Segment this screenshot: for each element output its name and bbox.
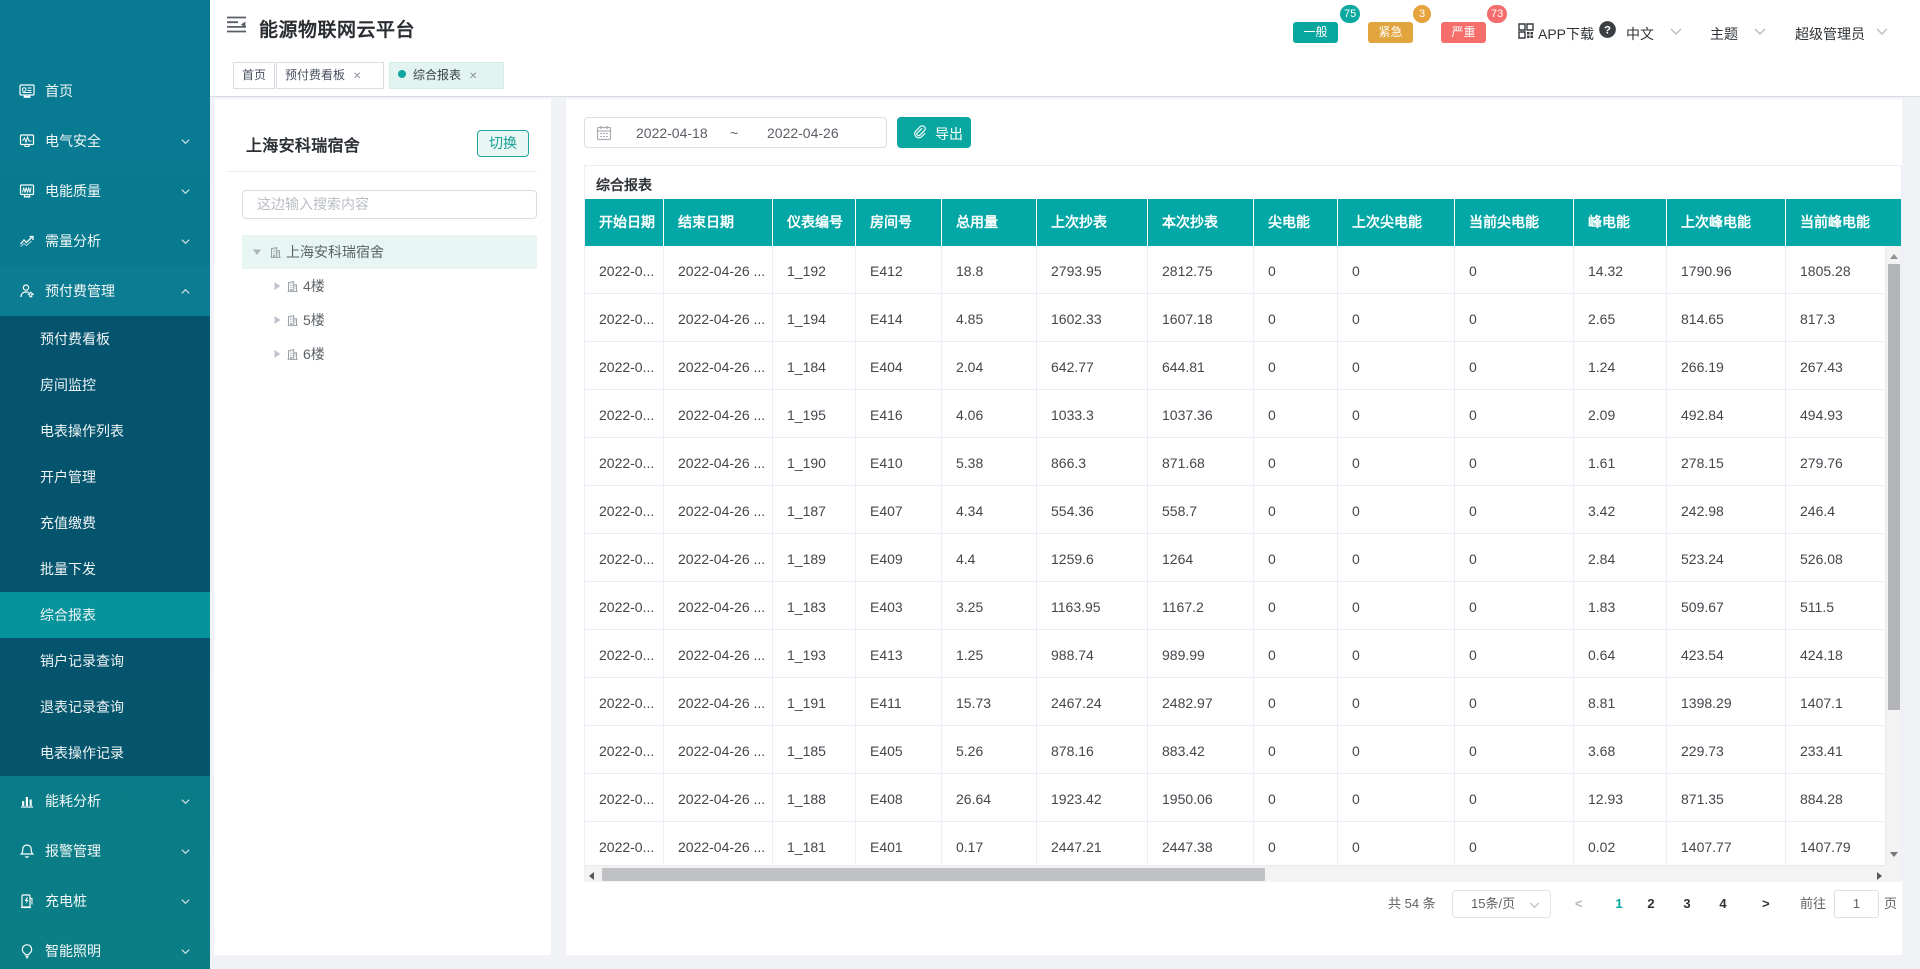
- svg-text:?: ?: [1604, 25, 1611, 37]
